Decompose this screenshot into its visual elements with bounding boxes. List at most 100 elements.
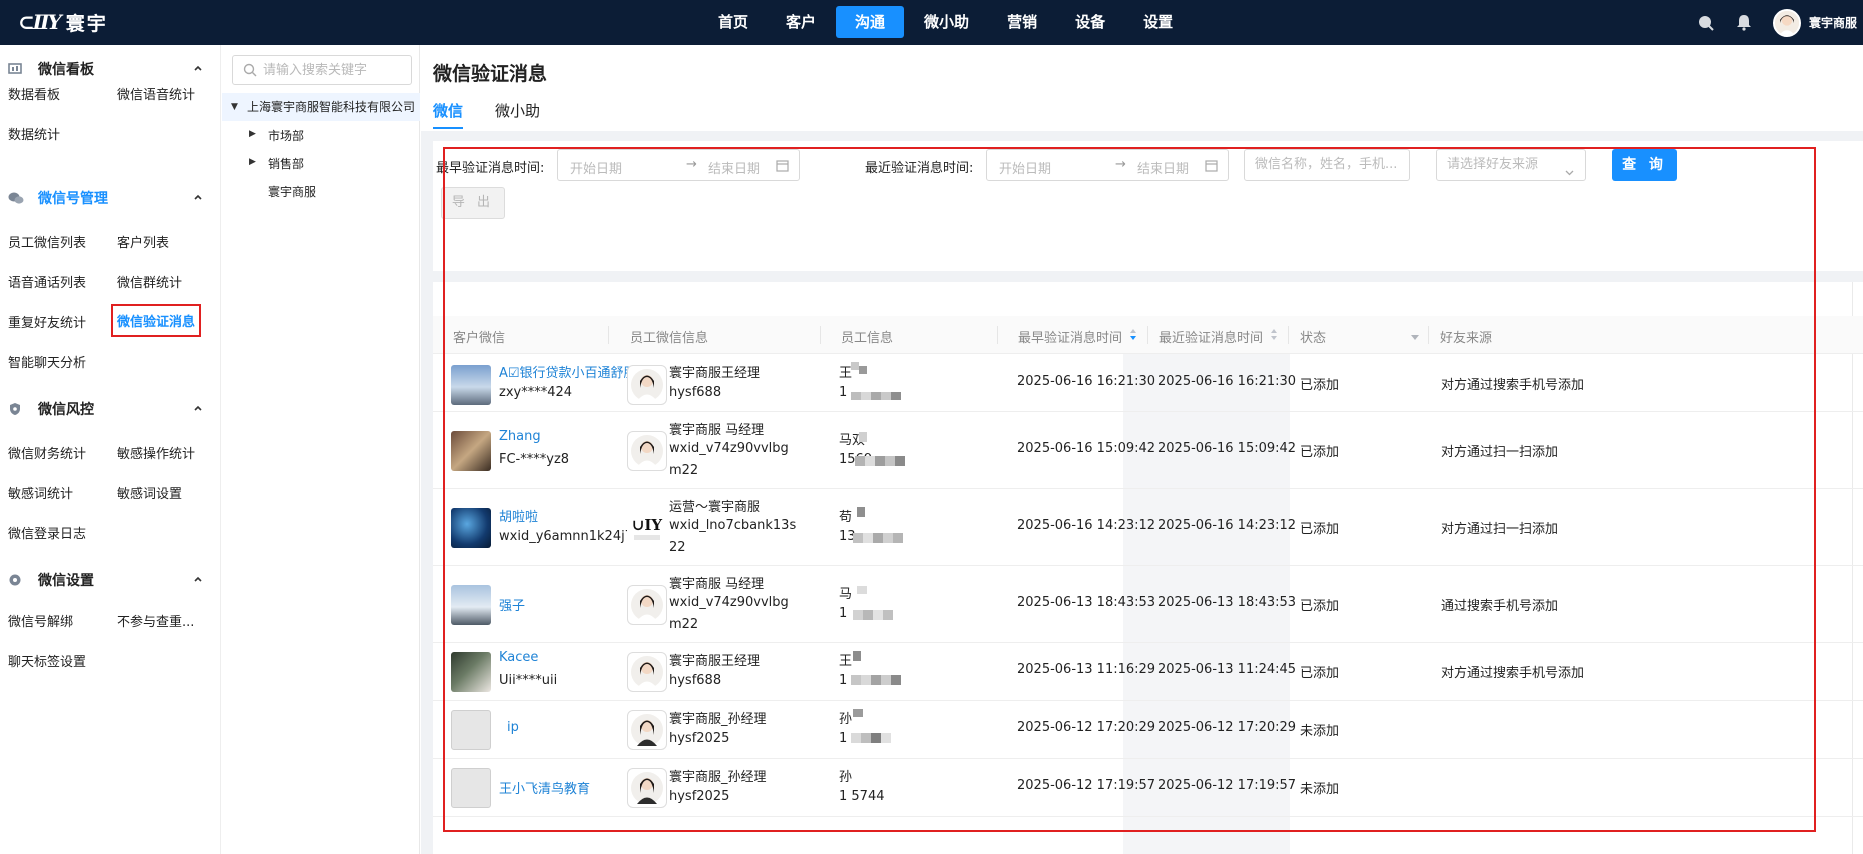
nav-settings[interactable]: 设置 xyxy=(1125,6,1191,38)
user-name[interactable]: 寰宇商服 xyxy=(1809,14,1857,31)
customer-avatar[interactable] xyxy=(451,431,491,471)
chevron-up-icon[interactable] xyxy=(192,573,204,585)
query-button[interactable]: 查 询 xyxy=(1612,149,1677,181)
chevron-up-icon[interactable] xyxy=(192,191,204,203)
logo-text: 寰宇 xyxy=(65,12,108,35)
tree-node-sales[interactable]: ▶ 销售部 xyxy=(249,155,304,172)
keyword-input[interactable]: 微信名称，姓名，手机... xyxy=(1244,149,1410,181)
table-row[interactable]: ip 寰宇商服_孙经理 hysf2025 孙 1 2025-06-12 17:2… xyxy=(433,701,1863,759)
table-row[interactable]: 胡啦啦 wxid_y6amnn1k24j712 ∪IY 运营～寰宇商服 wxid… xyxy=(433,489,1863,566)
sidebar-item-sensitive-word-settings[interactable]: 敏感词设置 xyxy=(117,483,182,502)
latest-date-range[interactable]: 开始日期 → 结束日期 xyxy=(986,149,1229,181)
tree-node-marketing[interactable]: ▶ 市场部 xyxy=(249,127,304,144)
table-row[interactable]: Kacee Uii****uii 寰宇商服王经理 hysf688 王 1 202… xyxy=(433,643,1863,701)
menu-group-risk-control[interactable]: 微信风控 xyxy=(0,394,221,424)
tab-wechat[interactable]: 微信 xyxy=(433,100,464,129)
sidebar-item-staff-wechat-list[interactable]: 员工微信列表 xyxy=(8,232,86,251)
sidebar-item-voice-call-list[interactable]: 语音通话列表 xyxy=(8,272,86,291)
avatar-placeholder-icon[interactable] xyxy=(451,710,491,750)
sidebar-item-duplicate-friends[interactable]: 重复好友统计 xyxy=(8,312,86,331)
nav-marketing[interactable]: 营销 xyxy=(989,6,1055,38)
org-tree-panel: ▼ 上海寰宇商服智能科技有限公司 ▶ 市场部 ▶ 销售部 寰宇商服 xyxy=(222,45,420,854)
calendar-icon[interactable] xyxy=(776,159,789,172)
customer-name[interactable]: Kacee xyxy=(499,650,538,665)
sort-desc-icon[interactable] xyxy=(1129,328,1137,341)
bell-icon[interactable] xyxy=(1735,14,1753,32)
sidebar-item-data-stats[interactable]: 数据统计 xyxy=(8,124,60,143)
customer-avatar[interactable] xyxy=(451,508,491,548)
customer-name[interactable]: Zhang xyxy=(499,429,541,444)
customer-name[interactable]: 强子 xyxy=(499,595,525,614)
menu-group-wechat-management[interactable]: 微信号管理 xyxy=(0,183,221,213)
wechat-icon xyxy=(8,191,24,205)
customer-name[interactable]: ip xyxy=(507,720,519,735)
caret-right-icon[interactable]: ▶ xyxy=(249,157,256,167)
tree-node-company[interactable]: ▼ 上海寰宇商服智能科技有限公司 xyxy=(222,93,420,121)
col-earliest-time[interactable]: 最早验证消息时间 xyxy=(1018,327,1122,346)
chevron-up-icon[interactable] xyxy=(192,402,204,414)
caret-down-icon[interactable]: ▼ xyxy=(231,93,238,121)
sidebar-item-finance-stats[interactable]: 微信财务统计 xyxy=(8,443,86,462)
customer-avatar[interactable] xyxy=(451,585,491,625)
sidebar-item-verify-messages[interactable]: 微信验证消息 xyxy=(111,304,202,337)
customer-avatar[interactable] xyxy=(451,652,491,692)
tab-assistant[interactable]: 微小助 xyxy=(495,100,540,129)
sidebar-item-unbind[interactable]: 微信号解绑 xyxy=(8,611,73,630)
user-avatar[interactable] xyxy=(1772,8,1801,37)
sidebar-item-sensitive-ops[interactable]: 敏感操作统计 xyxy=(117,443,195,462)
friend-source: 通过搜索手机号添加 xyxy=(1441,599,1559,614)
sidebar-item-login-log[interactable]: 微信登录日志 xyxy=(8,523,86,542)
nav-communication[interactable]: 沟通 xyxy=(836,6,905,38)
customer-avatar[interactable] xyxy=(451,365,491,405)
status-badge: 未添加 xyxy=(1300,724,1340,739)
menu-group-title: 微信设置 xyxy=(38,573,94,589)
org-search-input[interactable] xyxy=(263,61,403,79)
staff-avatar xyxy=(627,585,667,625)
export-button[interactable]: 导 出 xyxy=(441,187,505,219)
sidebar-item-chat-tags[interactable]: 聊天标签设置 xyxy=(8,651,86,670)
sidebar-item-voice-stats[interactable]: 微信语音统计 xyxy=(117,84,195,103)
col-latest-time[interactable]: 最近验证消息时间 xyxy=(1159,327,1263,346)
staff-wechat-name: 寰宇商服_孙经理 xyxy=(669,770,767,785)
table-row[interactable]: 王小飞清鸟教育 寰宇商服_孙经理 hysf2025 孙 1 5744 2025-… xyxy=(433,759,1863,817)
avatar-placeholder-icon[interactable] xyxy=(451,768,491,808)
org-search-box[interactable] xyxy=(232,55,412,85)
start-date-placeholder[interactable]: 开始日期 xyxy=(999,158,1051,177)
nav-devices[interactable]: 设备 xyxy=(1057,6,1123,38)
end-date-placeholder[interactable]: 结束日期 xyxy=(1137,158,1189,177)
end-date-placeholder[interactable]: 结束日期 xyxy=(708,158,760,177)
sidebar-item-smart-chat-analysis[interactable]: 智能聊天分析 xyxy=(8,352,86,371)
nav-assistant[interactable]: 微小助 xyxy=(906,6,987,38)
friend-source-select[interactable]: 请选择好友来源 xyxy=(1436,149,1586,181)
table-row[interactable]: Zhang FC-****yz8 寰宇商服 马经理 wxid_v74z90vvl… xyxy=(433,412,1863,489)
filter-caret-icon[interactable] xyxy=(1411,330,1419,343)
customer-name[interactable]: 胡啦啦 xyxy=(499,506,538,525)
sidebar-item-data-board[interactable]: 数据看板 xyxy=(8,84,60,103)
blurred-mosaic xyxy=(851,709,891,743)
sidebar-item-customer-list[interactable]: 客户列表 xyxy=(117,232,169,251)
search-icon xyxy=(243,63,257,77)
table-row[interactable]: 强子 寰宇商服 马经理 wxid_v74z90vvlbg m22 马 1 202… xyxy=(433,566,1863,643)
nav-customers[interactable]: 客户 xyxy=(768,6,834,38)
sidebar-item-sensitive-word-stats[interactable]: 敏感词统计 xyxy=(8,483,73,502)
brand-logo[interactable]: ⊂ΙIΥ 寰宇 xyxy=(18,7,108,37)
sidebar-item-exclude-dedup[interactable]: 不参与查重... xyxy=(117,611,194,630)
tree-node-hysf[interactable]: 寰宇商服 xyxy=(268,183,316,200)
table-row[interactable]: A☑银行贷款小百通舒服 zxy****424 寰宇商服王经理 hysf688 王… xyxy=(433,354,1863,412)
chevron-up-icon[interactable] xyxy=(192,62,204,74)
nav-home[interactable]: 首页 xyxy=(700,6,766,38)
staff-wechat-id: hysf2025 xyxy=(669,731,730,746)
customer-name[interactable]: 王小飞清鸟教育 xyxy=(499,778,590,797)
chevron-down-icon[interactable] xyxy=(1564,160,1575,176)
sort-icon[interactable] xyxy=(1270,328,1278,341)
caret-right-icon[interactable]: ▶ xyxy=(249,129,256,139)
menu-group-wechat-settings[interactable]: 微信设置 xyxy=(0,565,221,595)
calendar-icon[interactable] xyxy=(1205,159,1218,172)
earliest-date-range[interactable]: 开始日期 → 结束日期 xyxy=(557,149,800,181)
search-icon[interactable] xyxy=(1697,14,1715,32)
sidebar-item-group-stats[interactable]: 微信群统计 xyxy=(117,272,182,291)
earliest-time: 2025-06-16 14:23:12 xyxy=(1017,518,1156,533)
customer-name[interactable]: A☑银行贷款小百通舒服 xyxy=(499,362,629,381)
menu-group-wechat-board[interactable]: 微信看板 xyxy=(0,54,221,84)
start-date-placeholder[interactable]: 开始日期 xyxy=(570,158,622,177)
